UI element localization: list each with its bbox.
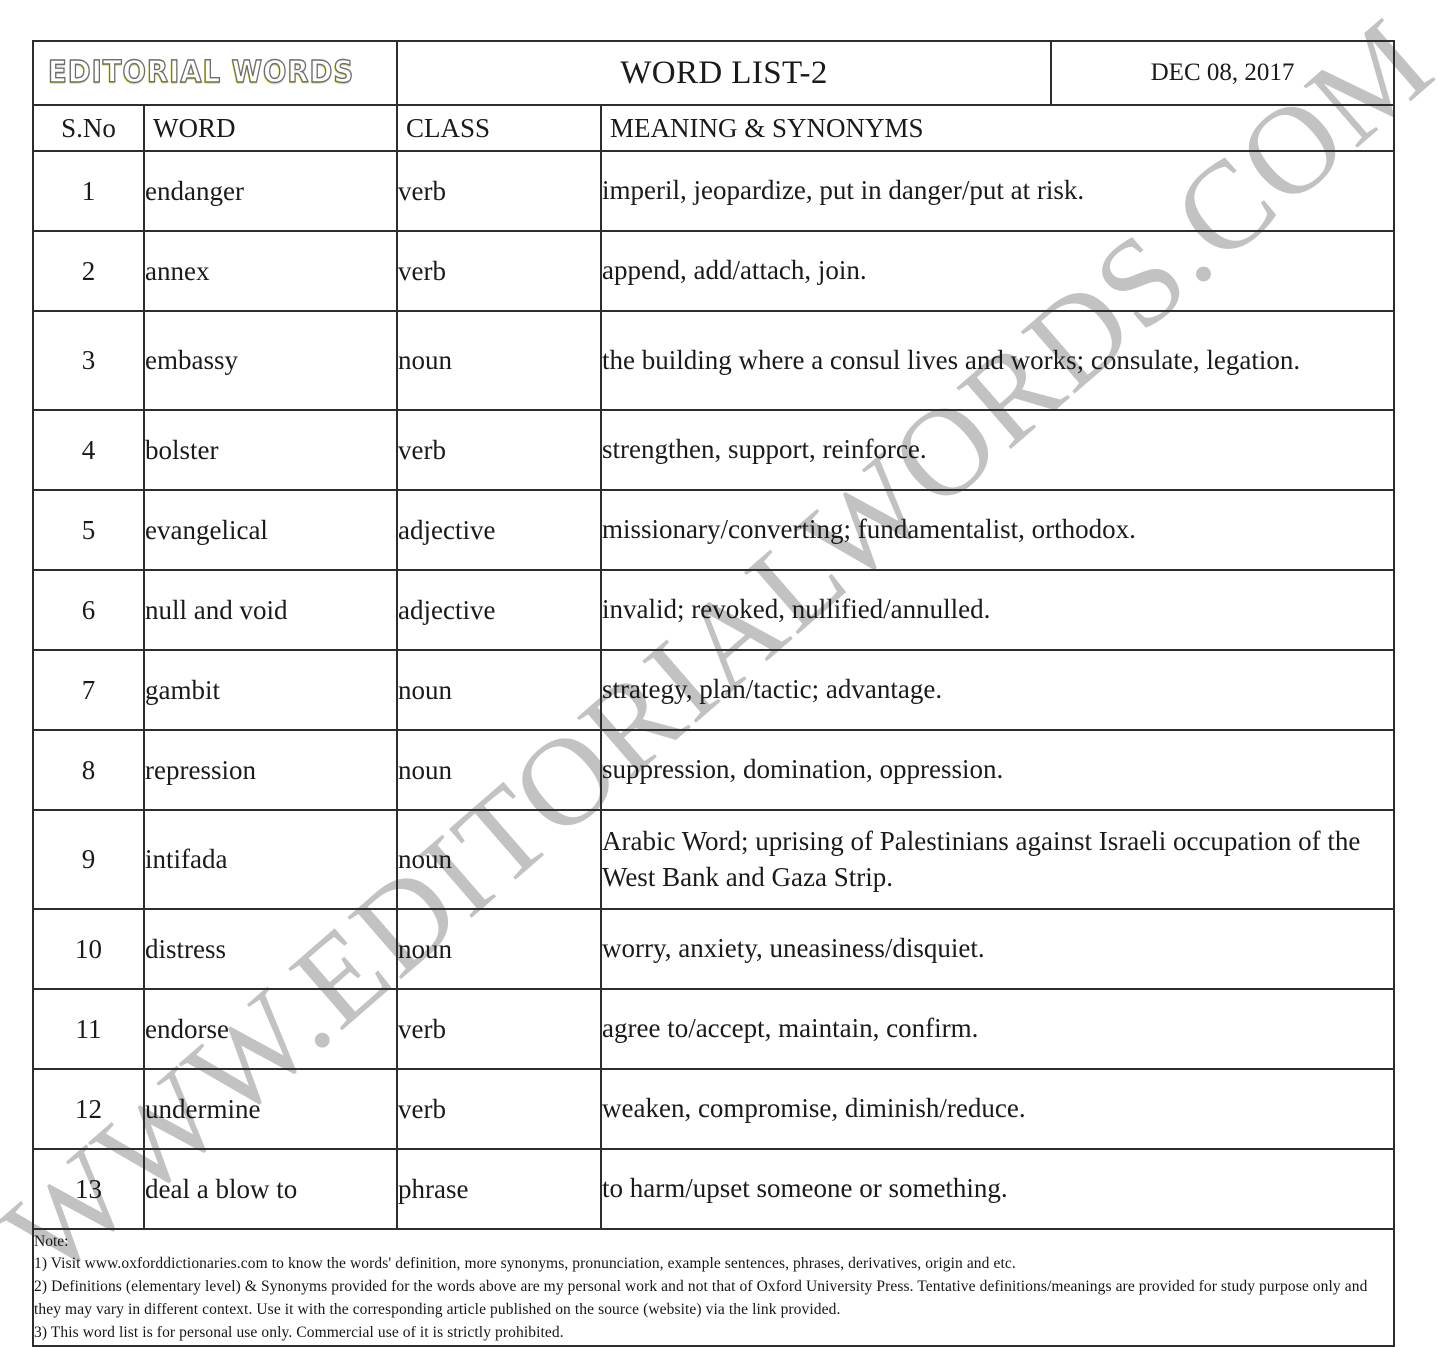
note-item-1: 1) Visit www.oxforddictionaries.com to k… <box>34 1255 1016 1273</box>
column-header-row: S.No WORD CLASS MEANING & SYNONYMS <box>32 104 1395 152</box>
cell-meaning: to harm/upset someone or something. <box>600 1148 1395 1230</box>
cell-sno: 4 <box>32 409 145 491</box>
brand-logo-cell: EDITORIAL WORDS <box>32 40 398 106</box>
cell-sno: 5 <box>32 489 145 571</box>
brand-logo-text: EDITORIAL WORDS <box>47 55 355 90</box>
cell-class: verb <box>396 988 602 1070</box>
cell-class: noun <box>396 729 602 811</box>
table-row: 9 intifada noun Arabic Word; uprising of… <box>32 809 1395 910</box>
note-row: Note: 1) Visit www.oxforddictionaries.co… <box>32 1228 1395 1347</box>
cell-sno: 7 <box>32 649 145 731</box>
cell-word: deal a blow to <box>143 1148 398 1230</box>
cell-word: embassy <box>143 310 398 411</box>
column-header-word: WORD <box>143 104 398 152</box>
cell-meaning: strategy, plan/tactic; advantage. <box>600 649 1395 731</box>
cell-class: verb <box>396 409 602 491</box>
cell-sno: 3 <box>32 310 145 411</box>
cell-sno: 1 <box>32 150 145 232</box>
cell-class: adjective <box>396 569 602 651</box>
cell-word: repression <box>143 729 398 811</box>
note-block: Note: 1) Visit www.oxforddictionaries.co… <box>32 1228 1395 1347</box>
cell-class: phrase <box>396 1148 602 1230</box>
cell-meaning: worry, anxiety, uneasiness/disquiet. <box>600 908 1395 990</box>
note-item-3: 3) This word list is for personal use on… <box>34 1324 564 1342</box>
table-row: 11 endorse verb agree to/accept, maintai… <box>32 988 1395 1070</box>
cell-sno: 6 <box>32 569 145 651</box>
sheet-title: WORD LIST-2 <box>396 40 1052 106</box>
cell-class: noun <box>396 809 602 910</box>
cell-word: annex <box>143 230 398 312</box>
cell-meaning: strengthen, support, reinforce. <box>600 409 1395 491</box>
cell-class: verb <box>396 150 602 232</box>
cell-class: noun <box>396 310 602 411</box>
cell-word: gambit <box>143 649 398 731</box>
cell-word: evangelical <box>143 489 398 571</box>
cell-meaning: missionary/converting; fundamentalist, o… <box>600 489 1395 571</box>
table-row: 4 bolster verb strengthen, support, rein… <box>32 409 1395 491</box>
cell-sno: 12 <box>32 1068 145 1150</box>
cell-meaning: the building where a consul lives and wo… <box>600 310 1395 411</box>
cell-word: intifada <box>143 809 398 910</box>
cell-meaning: imperil, jeopardize, put in danger/put a… <box>600 150 1395 232</box>
masthead-row: EDITORIAL WORDS WORD LIST-2 DEC 08, 2017 <box>32 40 1395 106</box>
table-row: 5 evangelical adjective missionary/conve… <box>32 489 1395 571</box>
word-list-table: EDITORIAL WORDS WORD LIST-2 DEC 08, 2017… <box>32 40 1395 1347</box>
cell-word: endorse <box>143 988 398 1070</box>
cell-sno: 11 <box>32 988 145 1070</box>
cell-word: bolster <box>143 409 398 491</box>
cell-class: noun <box>396 649 602 731</box>
cell-meaning: append, add/attach, join. <box>600 230 1395 312</box>
cell-sno: 8 <box>32 729 145 811</box>
cell-sno: 13 <box>32 1148 145 1230</box>
table-row: 7 gambit noun strategy, plan/tactic; adv… <box>32 649 1395 731</box>
table-row: 13 deal a blow to phrase to harm/upset s… <box>32 1148 1395 1230</box>
sheet-date: DEC 08, 2017 <box>1050 40 1395 106</box>
cell-class: verb <box>396 230 602 312</box>
table-row: 6 null and void adjective invalid; revok… <box>32 569 1395 651</box>
cell-sno: 2 <box>32 230 145 312</box>
word-list-sheet: EDITORIAL WORDS WORD LIST-2 DEC 08, 2017… <box>32 40 1395 1347</box>
cell-sno: 10 <box>32 908 145 990</box>
table-row: 2 annex verb append, add/attach, join. <box>32 230 1395 312</box>
note-heading: Note: <box>34 1233 69 1250</box>
cell-meaning: agree to/accept, maintain, confirm. <box>600 988 1395 1070</box>
table-row: 3 embassy noun the building where a cons… <box>32 310 1395 411</box>
cell-sno: 9 <box>32 809 145 910</box>
cell-word: endanger <box>143 150 398 232</box>
table-row: 1 endanger verb imperil, jeopardize, put… <box>32 150 1395 232</box>
table-row: 8 repression noun suppression, dominatio… <box>32 729 1395 811</box>
column-header-sno: S.No <box>32 104 145 152</box>
column-header-meaning: MEANING & SYNONYMS <box>600 104 1395 152</box>
cell-word: null and void <box>143 569 398 651</box>
cell-word: distress <box>143 908 398 990</box>
cell-class: adjective <box>396 489 602 571</box>
cell-meaning: suppression, domination, oppression. <box>600 729 1395 811</box>
cell-meaning: weaken, compromise, diminish/reduce. <box>600 1068 1395 1150</box>
cell-class: noun <box>396 908 602 990</box>
cell-meaning: Arabic Word; uprising of Palestinians ag… <box>600 809 1395 910</box>
cell-class: verb <box>396 1068 602 1150</box>
column-header-class: CLASS <box>396 104 602 152</box>
table-row: 10 distress noun worry, anxiety, uneasin… <box>32 908 1395 990</box>
note-item-2: 2) Definitions (elementary level) & Syno… <box>34 1278 1368 1319</box>
cell-word: undermine <box>143 1068 398 1150</box>
cell-meaning: invalid; revoked, nullified/annulled. <box>600 569 1395 651</box>
table-row: 12 undermine verb weaken, compromise, di… <box>32 1068 1395 1150</box>
brand-logo: EDITORIAL WORDS <box>34 42 396 104</box>
